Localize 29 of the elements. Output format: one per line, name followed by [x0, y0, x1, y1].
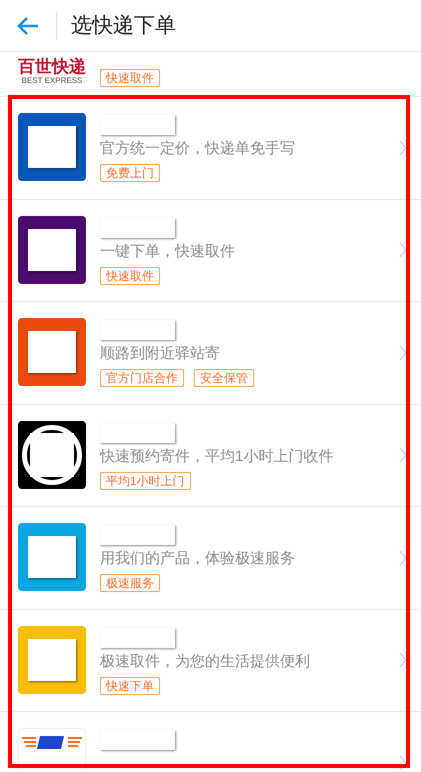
service-tag: 平均1小时上门: [100, 472, 191, 490]
courier-list-item[interactable]: 极速取件，为您的生活提供便利 快速下单: [0, 610, 421, 712]
service-tag: 官方门店合作: [100, 369, 184, 387]
service-description: 快速预约寄件，平均1小时上门收件: [100, 446, 334, 466]
back-arrow-icon: [17, 16, 39, 36]
courier-list-item[interactable]: 一键下单，快速取件 快速取件: [0, 200, 421, 302]
courier-list-item[interactable]: 用我们的产品，体验极速服务 极速服务: [0, 507, 421, 610]
chevron-right-icon: [399, 140, 407, 156]
service-tag: 极速服务: [100, 574, 160, 592]
chevron-right-icon: [399, 652, 407, 668]
courier-list-item[interactable]: 官方统一定价，快递单免手写 免费上门: [0, 97, 421, 200]
service-tag: 免费上门: [100, 164, 160, 182]
courier-list-item[interactable]: 快速预约寄件，平均1小时上门收件 平均1小时上门: [0, 404, 421, 507]
courier-list-item[interactable]: 顺路到附近驿站寄 官方门店合作 安全保管: [0, 302, 421, 404]
page-title: 选快递下单: [71, 12, 176, 39]
service-tag: 快速取件: [100, 69, 160, 87]
service-description: 极速取件，为您的生活提供便利: [100, 652, 310, 672]
chevron-right-icon: [399, 447, 407, 464]
service-tag: 快速取件: [100, 266, 160, 284]
service-description: 官方统一定价，快递单免手写: [100, 139, 295, 159]
service-description: 一键下单，快速取件: [100, 242, 235, 262]
service-tag: 快速下单: [100, 676, 160, 694]
service-description: 顺路到附近驿站寄: [100, 344, 221, 364]
chevron-right-icon: [399, 754, 407, 771]
service-tag: 安全保管: [194, 369, 254, 387]
service-description: 用我们的产品，体验极速服务: [100, 549, 295, 569]
chevron-right-icon: [399, 550, 407, 566]
chevron-right-icon: [399, 242, 407, 258]
chevron-right-icon: [399, 344, 407, 361]
